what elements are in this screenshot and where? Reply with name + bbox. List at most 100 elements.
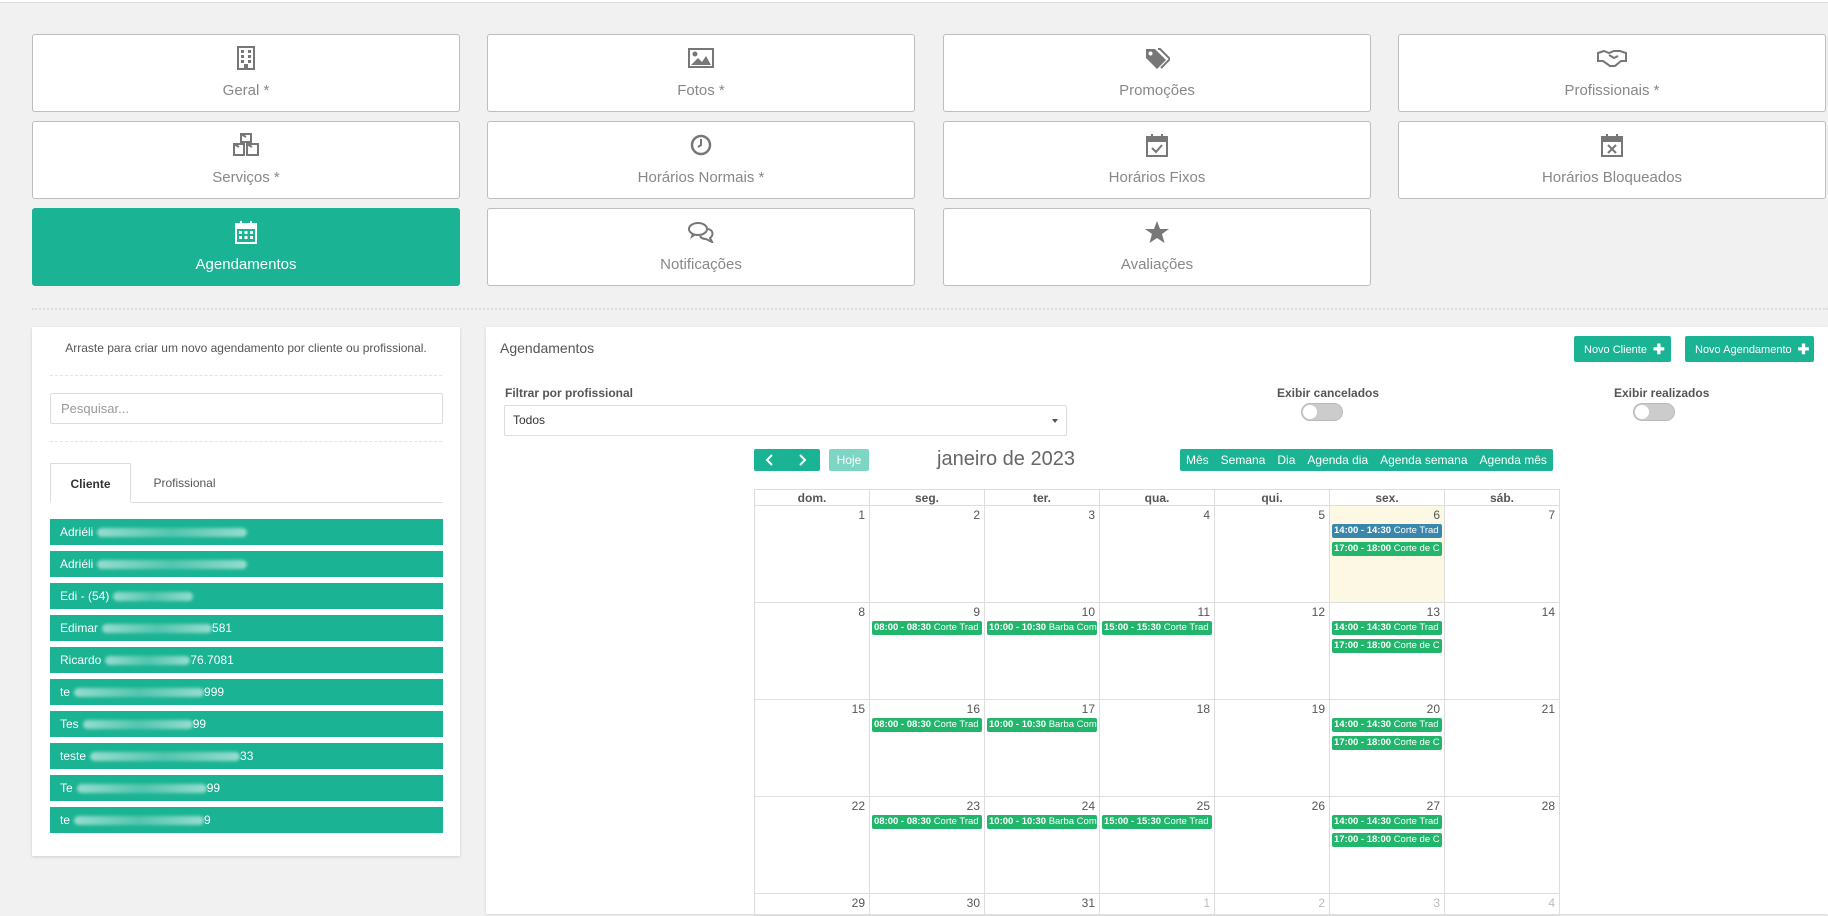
show-canceled-toggle[interactable] (1301, 403, 1343, 421)
tile-avaliações[interactable]: Avaliações (943, 208, 1371, 286)
calendar-event[interactable]: 14:00 - 14:30 Corte Trad (1332, 815, 1442, 829)
day-number[interactable]: 3 (1433, 896, 1440, 910)
day-cell[interactable]: 23 08:00 - 08:30 Corte Trad (869, 796, 985, 894)
day-number[interactable]: 18 (1197, 702, 1210, 716)
day-cell[interactable]: 1 (754, 505, 870, 603)
tile-promoções[interactable]: Promoções (943, 34, 1371, 112)
calendar-event[interactable]: 17:00 - 18:00 Corte de C (1332, 833, 1442, 847)
day-number[interactable]: 4 (1203, 508, 1210, 522)
tile-fotos[interactable]: Fotos * (487, 34, 915, 112)
view-button[interactable]: Agenda dia (1301, 449, 1374, 471)
day-number[interactable]: 16 (967, 702, 980, 716)
day-cell[interactable]: 5 (1214, 505, 1330, 603)
prev-button[interactable] (754, 449, 786, 471)
day-cell[interactable]: 12 (1214, 602, 1330, 700)
day-cell[interactable]: 14 (1444, 602, 1560, 700)
client-item[interactable]: Tes 99 (50, 711, 443, 737)
tab-profissional[interactable]: Profissional (134, 463, 235, 503)
day-cell[interactable]: 2 (1214, 893, 1330, 916)
day-number[interactable]: 23 (967, 799, 980, 813)
day-cell[interactable]: 21 (1444, 699, 1560, 797)
day-number[interactable]: 21 (1542, 702, 1555, 716)
day-cell[interactable]: 30 (869, 893, 985, 916)
day-number[interactable]: 27 (1427, 799, 1440, 813)
day-cell[interactable]: 11 15:00 - 15:30 Corte Trad (1099, 602, 1215, 700)
view-button[interactable]: Agenda mês (1474, 449, 1553, 471)
view-button[interactable]: Agenda semana (1374, 449, 1473, 471)
day-number[interactable]: 30 (967, 896, 980, 910)
day-cell[interactable]: 26 (1214, 796, 1330, 894)
day-number[interactable]: 9 (973, 605, 980, 619)
day-number[interactable]: 7 (1548, 508, 1555, 522)
client-item[interactable]: Ricardo 76.7081 (50, 647, 443, 673)
calendar-event[interactable]: 10:00 - 10:30 Barba Com (987, 718, 1097, 732)
view-button[interactable]: Semana (1215, 449, 1272, 471)
day-number[interactable]: 28 (1542, 799, 1555, 813)
calendar-event[interactable]: 08:00 - 08:30 Corte Trad (872, 621, 982, 635)
show-done-toggle[interactable] (1633, 403, 1675, 421)
tile-horários-normais[interactable]: Horários Normais * (487, 121, 915, 199)
calendar-event[interactable]: 15:00 - 15:30 Corte Trad (1102, 621, 1212, 635)
client-item[interactable]: Adriéli (50, 519, 443, 545)
day-cell[interactable]: 29 (754, 893, 870, 916)
day-cell[interactable]: 3 (984, 505, 1100, 603)
tile-agendamentos[interactable]: Agendamentos (32, 208, 460, 286)
calendar-event[interactable]: 17:00 - 18:00 Corte de C (1332, 542, 1442, 556)
calendar-event[interactable]: 08:00 - 08:30 Corte Trad (872, 718, 982, 732)
view-button[interactable]: Dia (1271, 449, 1301, 471)
day-number[interactable]: 10 (1082, 605, 1095, 619)
view-button[interactable]: Mês (1180, 449, 1215, 471)
day-number[interactable]: 20 (1427, 702, 1440, 716)
calendar-event[interactable]: 14:00 - 14:30 Corte Trad (1332, 718, 1442, 732)
day-number[interactable]: 6 (1433, 508, 1440, 522)
calendar-event[interactable]: 14:00 - 14:30 Corte Trad (1332, 621, 1442, 635)
day-cell[interactable]: 25 15:00 - 15:30 Corte Trad (1099, 796, 1215, 894)
calendar-event[interactable]: 08:00 - 08:30 Corte Trad (872, 815, 982, 829)
client-item[interactable]: teste 33 (50, 743, 443, 769)
day-cell[interactable]: 2 (869, 505, 985, 603)
tile-geral[interactable]: Geral * (32, 34, 460, 112)
day-cell[interactable]: 17 10:00 - 10:30 Barba Com (984, 699, 1100, 797)
day-number[interactable]: 19 (1312, 702, 1325, 716)
day-cell[interactable]: 31 (984, 893, 1100, 916)
day-number[interactable]: 26 (1312, 799, 1325, 813)
day-number[interactable]: 2 (1318, 896, 1325, 910)
new-client-button[interactable]: Novo Cliente ✚ (1574, 336, 1671, 362)
day-cell[interactable]: 10 10:00 - 10:30 Barba Com (984, 602, 1100, 700)
today-button[interactable]: Hoje (829, 449, 869, 471)
next-button[interactable] (786, 449, 818, 471)
calendar-event[interactable]: 15:00 - 15:30 Corte Trad (1102, 815, 1212, 829)
client-item[interactable]: Te 99 (50, 775, 443, 801)
day-cell[interactable]: 9 08:00 - 08:30 Corte Trad (869, 602, 985, 700)
tile-horários-fixos[interactable]: Horários Fixos (943, 121, 1371, 199)
day-cell[interactable]: 24 10:00 - 10:30 Barba Com (984, 796, 1100, 894)
day-cell[interactable]: 1 (1099, 893, 1215, 916)
day-cell[interactable]: 6 14:00 - 14:30 Corte Trad 17:00 - 18:00 C… (1329, 505, 1445, 603)
tile-serviços[interactable]: Serviços * (32, 121, 460, 199)
tile-notificações[interactable]: Notificações (487, 208, 915, 286)
client-item[interactable]: Adriéli (50, 551, 443, 577)
professional-select[interactable]: Todos (504, 405, 1067, 436)
calendar-event[interactable]: 17:00 - 18:00 Corte de C (1332, 639, 1442, 653)
day-cell[interactable]: 15 (754, 699, 870, 797)
day-cell[interactable]: 7 (1444, 505, 1560, 603)
day-number[interactable]: 1 (1203, 896, 1210, 910)
day-number[interactable]: 1 (858, 508, 865, 522)
day-cell[interactable]: 20 14:00 - 14:30 Corte Trad 17:00 - 18:00 … (1329, 699, 1445, 797)
client-item[interactable]: te 9 (50, 807, 443, 833)
day-number[interactable]: 8 (858, 605, 865, 619)
client-item[interactable]: te 999 (50, 679, 443, 705)
client-item[interactable]: Edimar 581 (50, 615, 443, 641)
day-number[interactable]: 4 (1548, 896, 1555, 910)
day-number[interactable]: 25 (1197, 799, 1210, 813)
day-number[interactable]: 17 (1082, 702, 1095, 716)
new-appointment-button[interactable]: Novo Agendamento ✚ (1685, 336, 1814, 362)
day-number[interactable]: 5 (1318, 508, 1325, 522)
calendar-event[interactable]: 17:00 - 18:00 Corte de C (1332, 736, 1442, 750)
tile-profissionais[interactable]: Profissionais * (1398, 34, 1826, 112)
day-cell[interactable]: 18 (1099, 699, 1215, 797)
day-number[interactable]: 24 (1082, 799, 1095, 813)
day-number[interactable]: 22 (852, 799, 865, 813)
day-number[interactable]: 15 (852, 702, 865, 716)
day-cell[interactable]: 28 (1444, 796, 1560, 894)
